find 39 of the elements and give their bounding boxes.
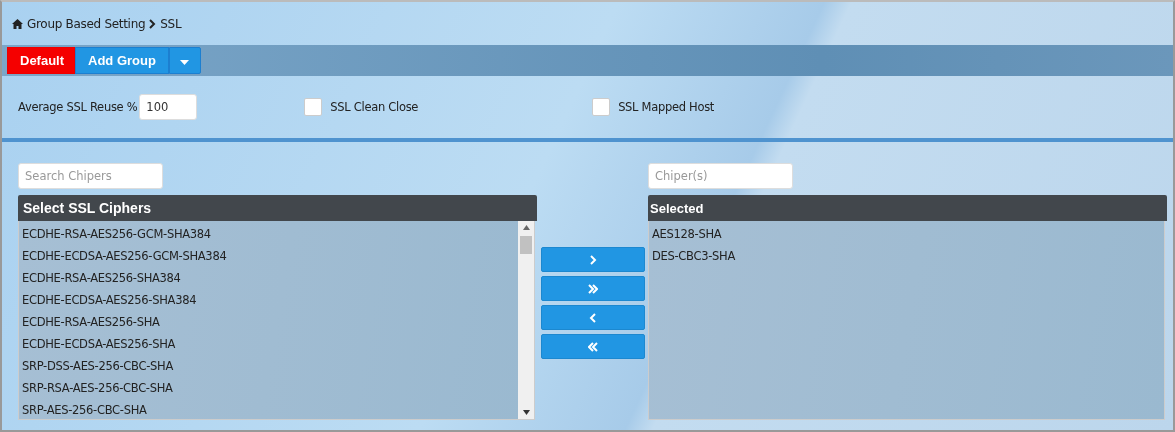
transfer-button[interactable]: [540, 334, 645, 359]
cipher-item[interactable]: AES128-SHA: [649, 223, 1164, 245]
search-field[interactable]: Chiper(s): [648, 163, 793, 189]
breadcrumb-item[interactable]: SSL: [160, 16, 182, 31]
checkbox-label: SSL Clean Close: [330, 100, 419, 114]
checkbox[interactable]: [592, 98, 611, 116]
cipher-item[interactable]: SRP-AES-256-CBC-SHA: [19, 399, 518, 421]
reuse-field[interactable]: 100: [139, 94, 198, 120]
default-button[interactable]: Default: [7, 47, 75, 74]
caret-down-icon: [180, 60, 190, 65]
transfer-button[interactable]: [540, 305, 645, 330]
chevron-left-icon: [587, 311, 598, 324]
dropdown-button[interactable]: [168, 47, 201, 74]
home-icon: [12, 18, 23, 29]
search-field[interactable]: Search Chipers: [18, 163, 163, 189]
list-header: Select SSL Ciphers: [18, 195, 537, 221]
double-chevron-left-icon: [587, 340, 598, 353]
checkbox-label: SSL Mapped Host: [618, 100, 715, 114]
cipher-item[interactable]: ECDHE-ECDSA-AES256-SHA: [19, 333, 518, 355]
cipher-item[interactable]: ECDHE-RSA-AES256-SHA: [19, 311, 518, 333]
cipher-item[interactable]: ECDHE-ECDSA-AES256-SHA384: [19, 289, 518, 311]
cipher-item[interactable]: ECDHE-RSA-AES256-GCM-SHA384: [19, 223, 518, 245]
reuse-label: Average SSL Reuse %: [18, 100, 138, 114]
double-chevron-right-icon: [587, 282, 598, 295]
transfer-button[interactable]: [540, 247, 645, 272]
scroll-down-icon[interactable]: [522, 410, 530, 415]
list-header: Selected: [648, 195, 1167, 221]
chevron-right-icon: [149, 18, 157, 29]
cipher-item[interactable]: ECDHE-RSA-AES256-SHA384: [19, 267, 518, 289]
cipher-item[interactable]: ECDHE-ECDSA-AES256-GCM-SHA384: [19, 245, 518, 267]
cipher-item[interactable]: DES-CBC3-SHA: [649, 245, 1164, 267]
breadcrumb-item[interactable]: Group Based Setting: [27, 16, 146, 31]
cipher-item[interactable]: SRP-RSA-AES-256-CBC-SHA: [19, 377, 518, 399]
scroll-up-icon[interactable]: [522, 225, 530, 230]
transfer-button[interactable]: [540, 276, 645, 301]
checkbox[interactable]: [304, 98, 323, 116]
scroll-thumb[interactable]: [520, 236, 532, 254]
chevron-right-icon: [587, 253, 598, 266]
cipher-item[interactable]: SRP-DSS-AES-256-CBC-SHA: [19, 355, 518, 377]
